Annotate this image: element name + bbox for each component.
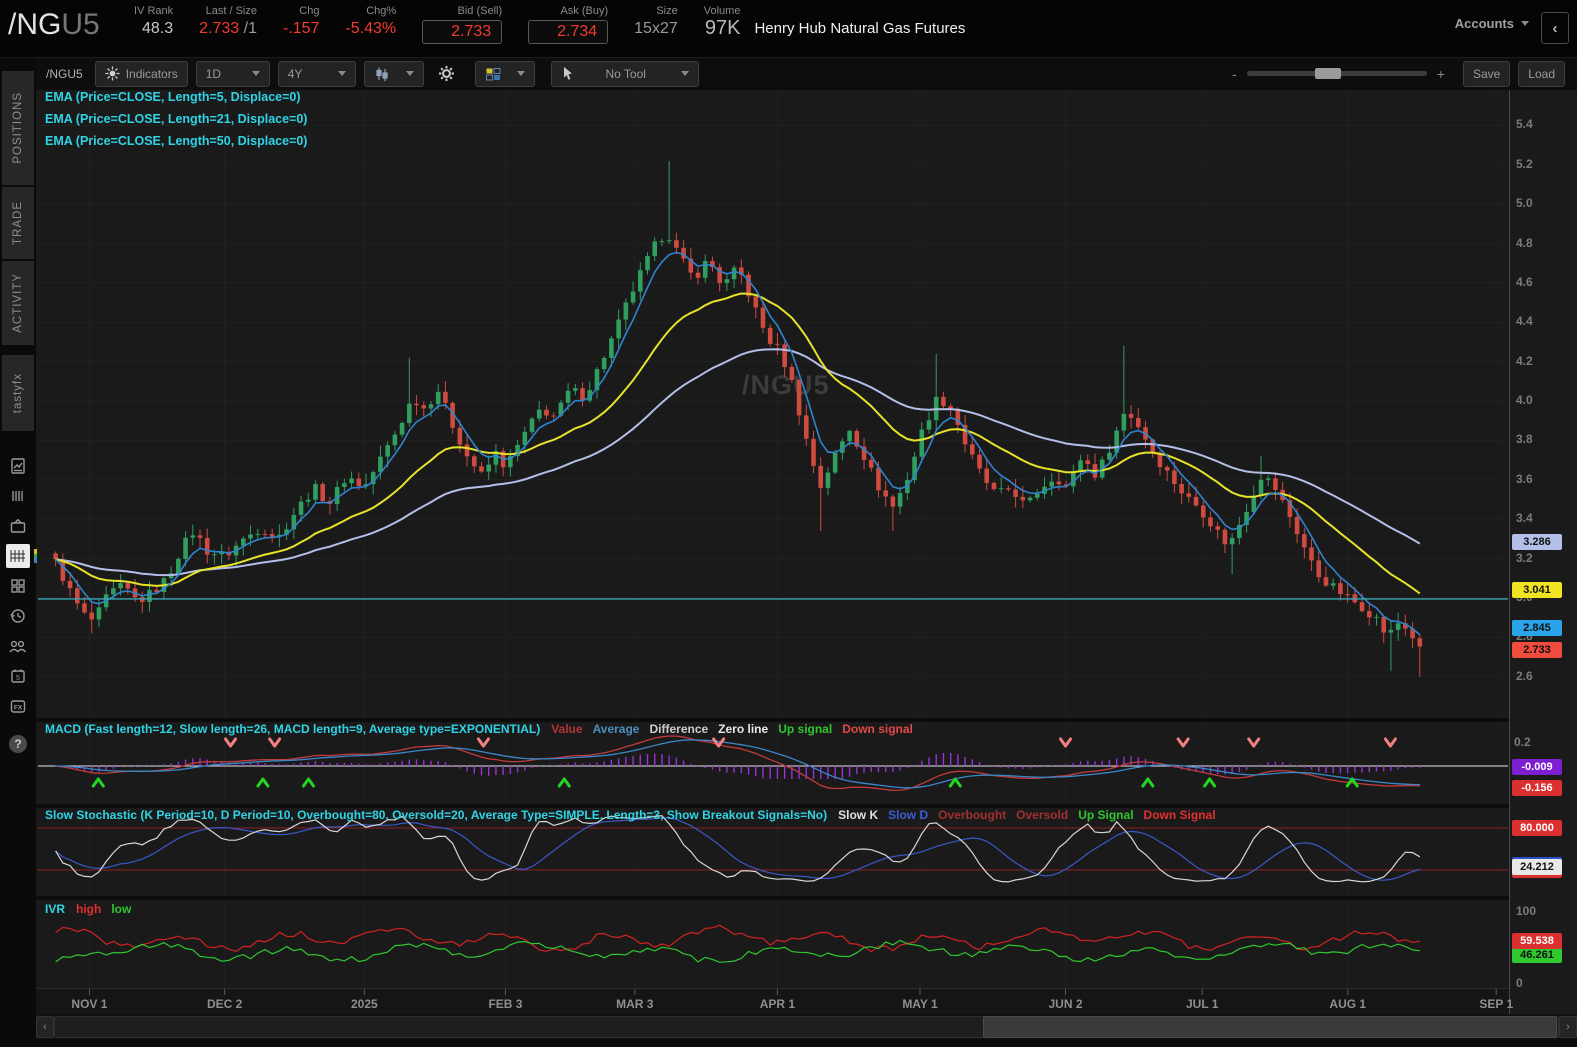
legend-item[interactable]: Down signal [842,722,913,736]
settings-button[interactable] [432,62,467,86]
legend-item[interactable]: Slow K [838,808,878,822]
legend-item[interactable]: low [111,902,131,916]
tv-icon[interactable] [0,511,36,541]
indicators-button[interactable]: Indicators [94,60,188,87]
scroll-left-button[interactable]: ‹ [36,1016,54,1038]
legend-item[interactable]: Difference [649,722,708,736]
candlestick-icon [376,67,388,81]
layout-dropdown[interactable] [474,60,535,87]
accounts-menu[interactable]: Accounts [1455,16,1529,31]
collapse-panel-button[interactable]: ‹ [1541,12,1569,44]
toolbar-symbol: /NGU5 [46,66,83,81]
sidebar-tab-tastyfx[interactable]: tastyfx [2,355,34,433]
chart-icon[interactable] [0,541,37,571]
calendar-icon[interactable]: 5 [0,661,36,691]
field-last-size: Last / Size 2.733 /1 [199,5,257,37]
range-dropdown[interactable]: 4Y [277,60,356,87]
zoom-in-button[interactable]: + [1437,66,1445,82]
chart-hscrollbar[interactable]: ‹ › [36,1014,1577,1039]
zoom-slider-thumb[interactable] [1314,68,1341,79]
macd-label[interactable]: MACD (Fast length=12, Slow length=26, MA… [45,722,540,736]
field-volume: Volume 97K [703,5,741,39]
instrument-name: Henry Hub Natural Gas Futures [754,20,966,37]
chevron-down-icon [251,71,260,76]
load-button[interactable]: Load [1518,60,1565,87]
macd-study-row: MACD (Fast length=12, Slow length=26, MA… [45,722,923,736]
legend-item[interactable]: Slow D [888,808,928,822]
field-chg: Chg -.157 [282,5,320,37]
header-bar: /NGU5 IV Rank 48.3 Last / Size 2.733 /1 … [0,0,1577,58]
legend-item[interactable]: high [76,902,101,916]
sidebar-tab-positions[interactable]: POSITIONS [2,71,34,187]
sidebar-tab-activity[interactable]: ACTIVITY [2,261,34,347]
chart-type-dropdown[interactable] [363,60,424,87]
chart-canvas[interactable] [0,0,1577,1047]
chevron-down-icon [516,71,525,76]
legend-item[interactable]: Up signal [778,722,832,736]
price-axis[interactable] [1509,90,1577,1014]
indicators-burst-icon [105,66,120,81]
field-bid: Bid (Sell) 2.733 [422,0,503,44]
legend-item[interactable]: Down Signal [1144,808,1216,822]
legend-item[interactable]: Value [551,722,582,736]
sidebar-tab-trade[interactable]: TRADE [2,187,34,261]
legend-item[interactable]: Oversold [1016,808,1068,822]
svg-text:FX: FX [14,705,23,712]
watchlist-icon[interactable] [0,481,36,511]
ask-button[interactable]: 2.734 [528,20,609,44]
scrollbar-thumb[interactable] [983,1016,1557,1038]
chevron-down-icon [1521,21,1529,26]
ema21-label[interactable]: EMA (Price=CLOSE, Length=21, Displace=0) [45,112,307,126]
active-tab-indicator [34,549,37,564]
chevron-left-icon: ‹ [1552,19,1558,37]
field-chg-pct: Chg% -5.43% [345,5,397,37]
svg-text:5: 5 [16,675,20,682]
ivr-study-row: IVR high low [45,902,141,916]
follow-traders-icon[interactable] [0,631,36,661]
legend-item[interactable]: Average [593,722,640,736]
grid-dashboard-icon[interactable] [0,571,36,601]
history-icon[interactable] [0,601,36,631]
symbol-ticker[interactable]: /NGU5 [0,0,108,42]
gear-icon [438,66,454,81]
scroll-right-button[interactable]: › [1559,1016,1577,1038]
timeframe-dropdown[interactable]: 1D [195,60,270,87]
save-button[interactable]: Save [1462,60,1511,87]
zoom-out-button[interactable]: - [1232,66,1237,82]
bid-button[interactable]: 2.733 [422,20,503,44]
cursor-icon [563,67,572,80]
drawing-tool-dropdown[interactable]: No Tool [550,60,699,87]
ema5-label[interactable]: EMA (Price=CLOSE, Length=5, Displace=0) [45,90,301,104]
left-sidebar: POSITIONS TRADE ACTIVITY tastyfx 5 FX ? [0,57,37,1047]
chevron-down-icon [680,71,689,76]
chart-toolbar: /NGU5 Indicators 1D 4Y No Tool - + Save … [36,57,1577,90]
help-icon[interactable]: ? [0,729,36,759]
legend-item[interactable]: Up Signal [1078,808,1133,822]
stochastic-study-row: Slow Stochastic (K Period=10, D Period=1… [45,808,1226,822]
field-iv-rank: IV Rank 48.3 [134,5,174,37]
field-ask: Ask (Buy) 2.734 [528,0,609,44]
journal-icon[interactable] [0,451,36,481]
trading-platform-window: /NGU5 5.4 5.2 5.0 4.8 4.6 4.4 4.2 4.0 3.8 3.6 3.4 3… [0,0,1577,1047]
zoom-slider[interactable] [1246,68,1427,79]
legend-item[interactable]: Zero line [718,722,768,736]
stochastic-label[interactable]: Slow Stochastic (K Period=10, D Period=1… [45,808,827,822]
chevron-down-icon [405,71,414,76]
layout-grid-icon [485,67,501,80]
fx-icon[interactable]: FX [0,691,36,721]
field-size: Size 15x27 [634,5,678,37]
legend-item[interactable]: Overbought [938,808,1006,822]
chevron-down-icon [337,71,346,76]
ema50-label[interactable]: EMA (Price=CLOSE, Length=50, Displace=0) [45,134,307,148]
ivr-label[interactable]: IVR [45,902,65,916]
